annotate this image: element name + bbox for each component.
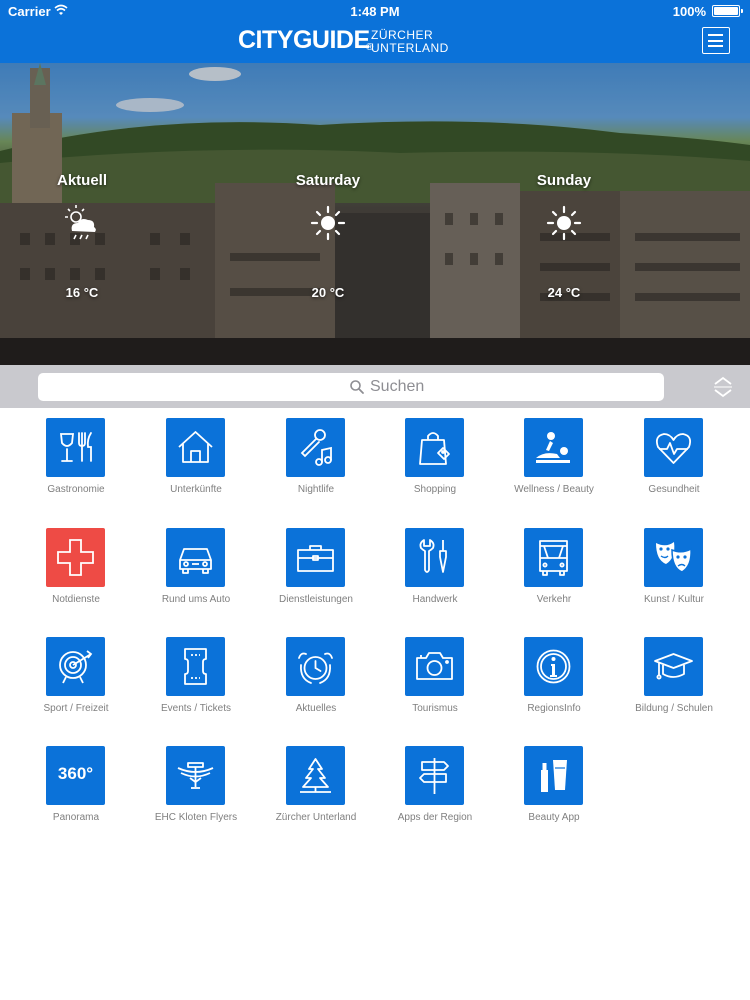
- microphone-music-icon: [286, 418, 345, 477]
- category-label: Tourismus: [412, 703, 458, 714]
- cosmetics-icon: [524, 746, 583, 805]
- category-label: Nightlife: [297, 484, 335, 495]
- status-time: 1:48 PM: [350, 4, 400, 19]
- category-unterkuenfte[interactable]: Unterkünfte: [136, 418, 256, 518]
- category-gesundheit[interactable]: Gesundheit: [614, 418, 734, 518]
- weather-hero: Aktuell 16 °C Saturday 20 °C Sunday 24 °…: [0, 63, 750, 365]
- panorama-360-text: 360°: [57, 764, 94, 783]
- search-input[interactable]: Suchen: [38, 373, 664, 401]
- bus-icon: [524, 528, 583, 587]
- category-label: Bildung / Schulen: [635, 703, 713, 714]
- category-zuercher-unterland[interactable]: Zürcher Unterland: [256, 746, 376, 846]
- search-bar: Suchen: [0, 365, 750, 408]
- category-beauty-app[interactable]: Beauty App: [494, 746, 614, 846]
- search-placeholder: Suchen: [370, 378, 425, 395]
- shopping-bag-icon: [405, 418, 464, 477]
- logo-region-line2: UNTERLAND: [371, 41, 449, 55]
- category-notdienste[interactable]: Notdienste: [16, 528, 136, 628]
- category-ehc-kloten-flyers[interactable]: EHC Kloten Flyers: [136, 746, 256, 846]
- category-label: Handwerk: [412, 594, 458, 605]
- cloud-rain-sun-icon: [65, 205, 96, 240]
- category-sport-freizeit[interactable]: Sport / Freizeit: [16, 637, 136, 737]
- hero-overlay: [0, 63, 750, 365]
- category-events-tickets[interactable]: Events / Tickets: [136, 637, 256, 737]
- category-verkehr[interactable]: Verkehr: [494, 528, 614, 628]
- category-apps-der-region[interactable]: Apps der Region: [375, 746, 495, 846]
- house-icon: [166, 418, 225, 477]
- search-icon: [350, 380, 364, 394]
- info-icon: [524, 637, 583, 696]
- category-label: Beauty App: [528, 812, 580, 823]
- status-bar: Carrier 1:48 PM 100%: [0, 0, 750, 22]
- category-regionsinfo[interactable]: RegionsInfo: [494, 637, 614, 737]
- battery-percent: 100%: [672, 4, 706, 19]
- weather-day-label: Aktuell: [56, 172, 107, 189]
- sun-icon: [310, 205, 346, 241]
- category-shopping[interactable]: Shopping: [375, 418, 495, 518]
- category-dienstleistungen[interactable]: Dienstleistungen: [256, 528, 376, 628]
- weather-temp: 20 °C: [311, 285, 345, 300]
- category-label: Kunst / Kultur: [643, 594, 705, 605]
- sun-icon: [546, 205, 582, 241]
- category-label: Wellness / Beauty: [514, 484, 594, 495]
- theater-masks-icon: [644, 528, 703, 587]
- cutlery-icon: [46, 418, 105, 477]
- cross-icon: [46, 528, 105, 587]
- sort-icon[interactable]: [710, 375, 736, 399]
- category-nightlife[interactable]: Nightlife: [256, 418, 376, 518]
- graduation-cap-icon: [644, 637, 703, 696]
- target-icon: [46, 637, 105, 696]
- category-label: Unterkünfte: [170, 484, 222, 495]
- alarm-clock-icon: [286, 637, 345, 696]
- category-bildung-schulen[interactable]: Bildung / Schulen: [614, 637, 734, 737]
- weather-temp: 24 °C: [547, 285, 581, 300]
- massage-icon: [524, 418, 583, 477]
- weather-day-label: Saturday: [295, 172, 361, 189]
- hamburger-menu-icon[interactable]: [702, 27, 730, 54]
- ticket-icon: [166, 637, 225, 696]
- category-label: Events / Tickets: [160, 703, 232, 714]
- category-handwerk[interactable]: Handwerk: [375, 528, 495, 628]
- category-label: Sport / Freizeit: [43, 703, 109, 714]
- tree-icon: [286, 746, 345, 805]
- category-gastronomie[interactable]: Gastronomie: [16, 418, 136, 518]
- camera-icon: [405, 637, 464, 696]
- logo-region-line1: ZÜRCHER: [371, 28, 434, 42]
- briefcase-icon: [286, 528, 345, 587]
- category-label: RegionsInfo: [527, 703, 581, 714]
- tools-icon: [405, 528, 464, 587]
- category-label: EHC Kloten Flyers: [154, 812, 238, 823]
- signpost-icon: [405, 746, 464, 805]
- category-label: Gastronomie: [47, 484, 105, 495]
- category-wellness-beauty[interactable]: Wellness / Beauty: [494, 418, 614, 518]
- category-label: Rund ums Auto: [161, 594, 231, 605]
- category-label: Verkehr: [536, 594, 572, 605]
- logo-brand: CITYGUIDE: [238, 26, 370, 54]
- category-label: Gesundheit: [648, 484, 700, 495]
- category-label: Dienstleistungen: [279, 594, 353, 605]
- app-header: Carrier 1:48 PM 100% CITYGUIDE ® ZÜRCHER…: [0, 0, 750, 63]
- car-icon: [166, 528, 225, 587]
- category-aktuelles[interactable]: Aktuelles: [256, 637, 376, 737]
- category-tourismus[interactable]: Tourismus: [375, 637, 495, 737]
- weather-day-label: Sunday: [536, 172, 592, 189]
- flyers-logo-icon: [166, 746, 225, 805]
- category-label: Notdienste: [52, 594, 100, 605]
- category-rund-ums-auto[interactable]: Rund ums Auto: [136, 528, 256, 628]
- heart-pulse-icon: [644, 418, 703, 477]
- battery-icon: [712, 5, 743, 17]
- category-label: Aktuelles: [295, 703, 337, 714]
- panorama-360-icon: 360°: [46, 746, 105, 805]
- category-label: Apps der Region: [397, 812, 473, 823]
- category-panorama[interactable]: 360° Panorama: [16, 746, 136, 846]
- category-kunst-kultur[interactable]: Kunst / Kultur: [614, 528, 734, 628]
- category-label: Shopping: [413, 484, 457, 495]
- weather-temp: 16 °C: [65, 285, 99, 300]
- category-label: Zürcher Unterland: [275, 812, 357, 823]
- category-label: Panorama: [52, 812, 100, 823]
